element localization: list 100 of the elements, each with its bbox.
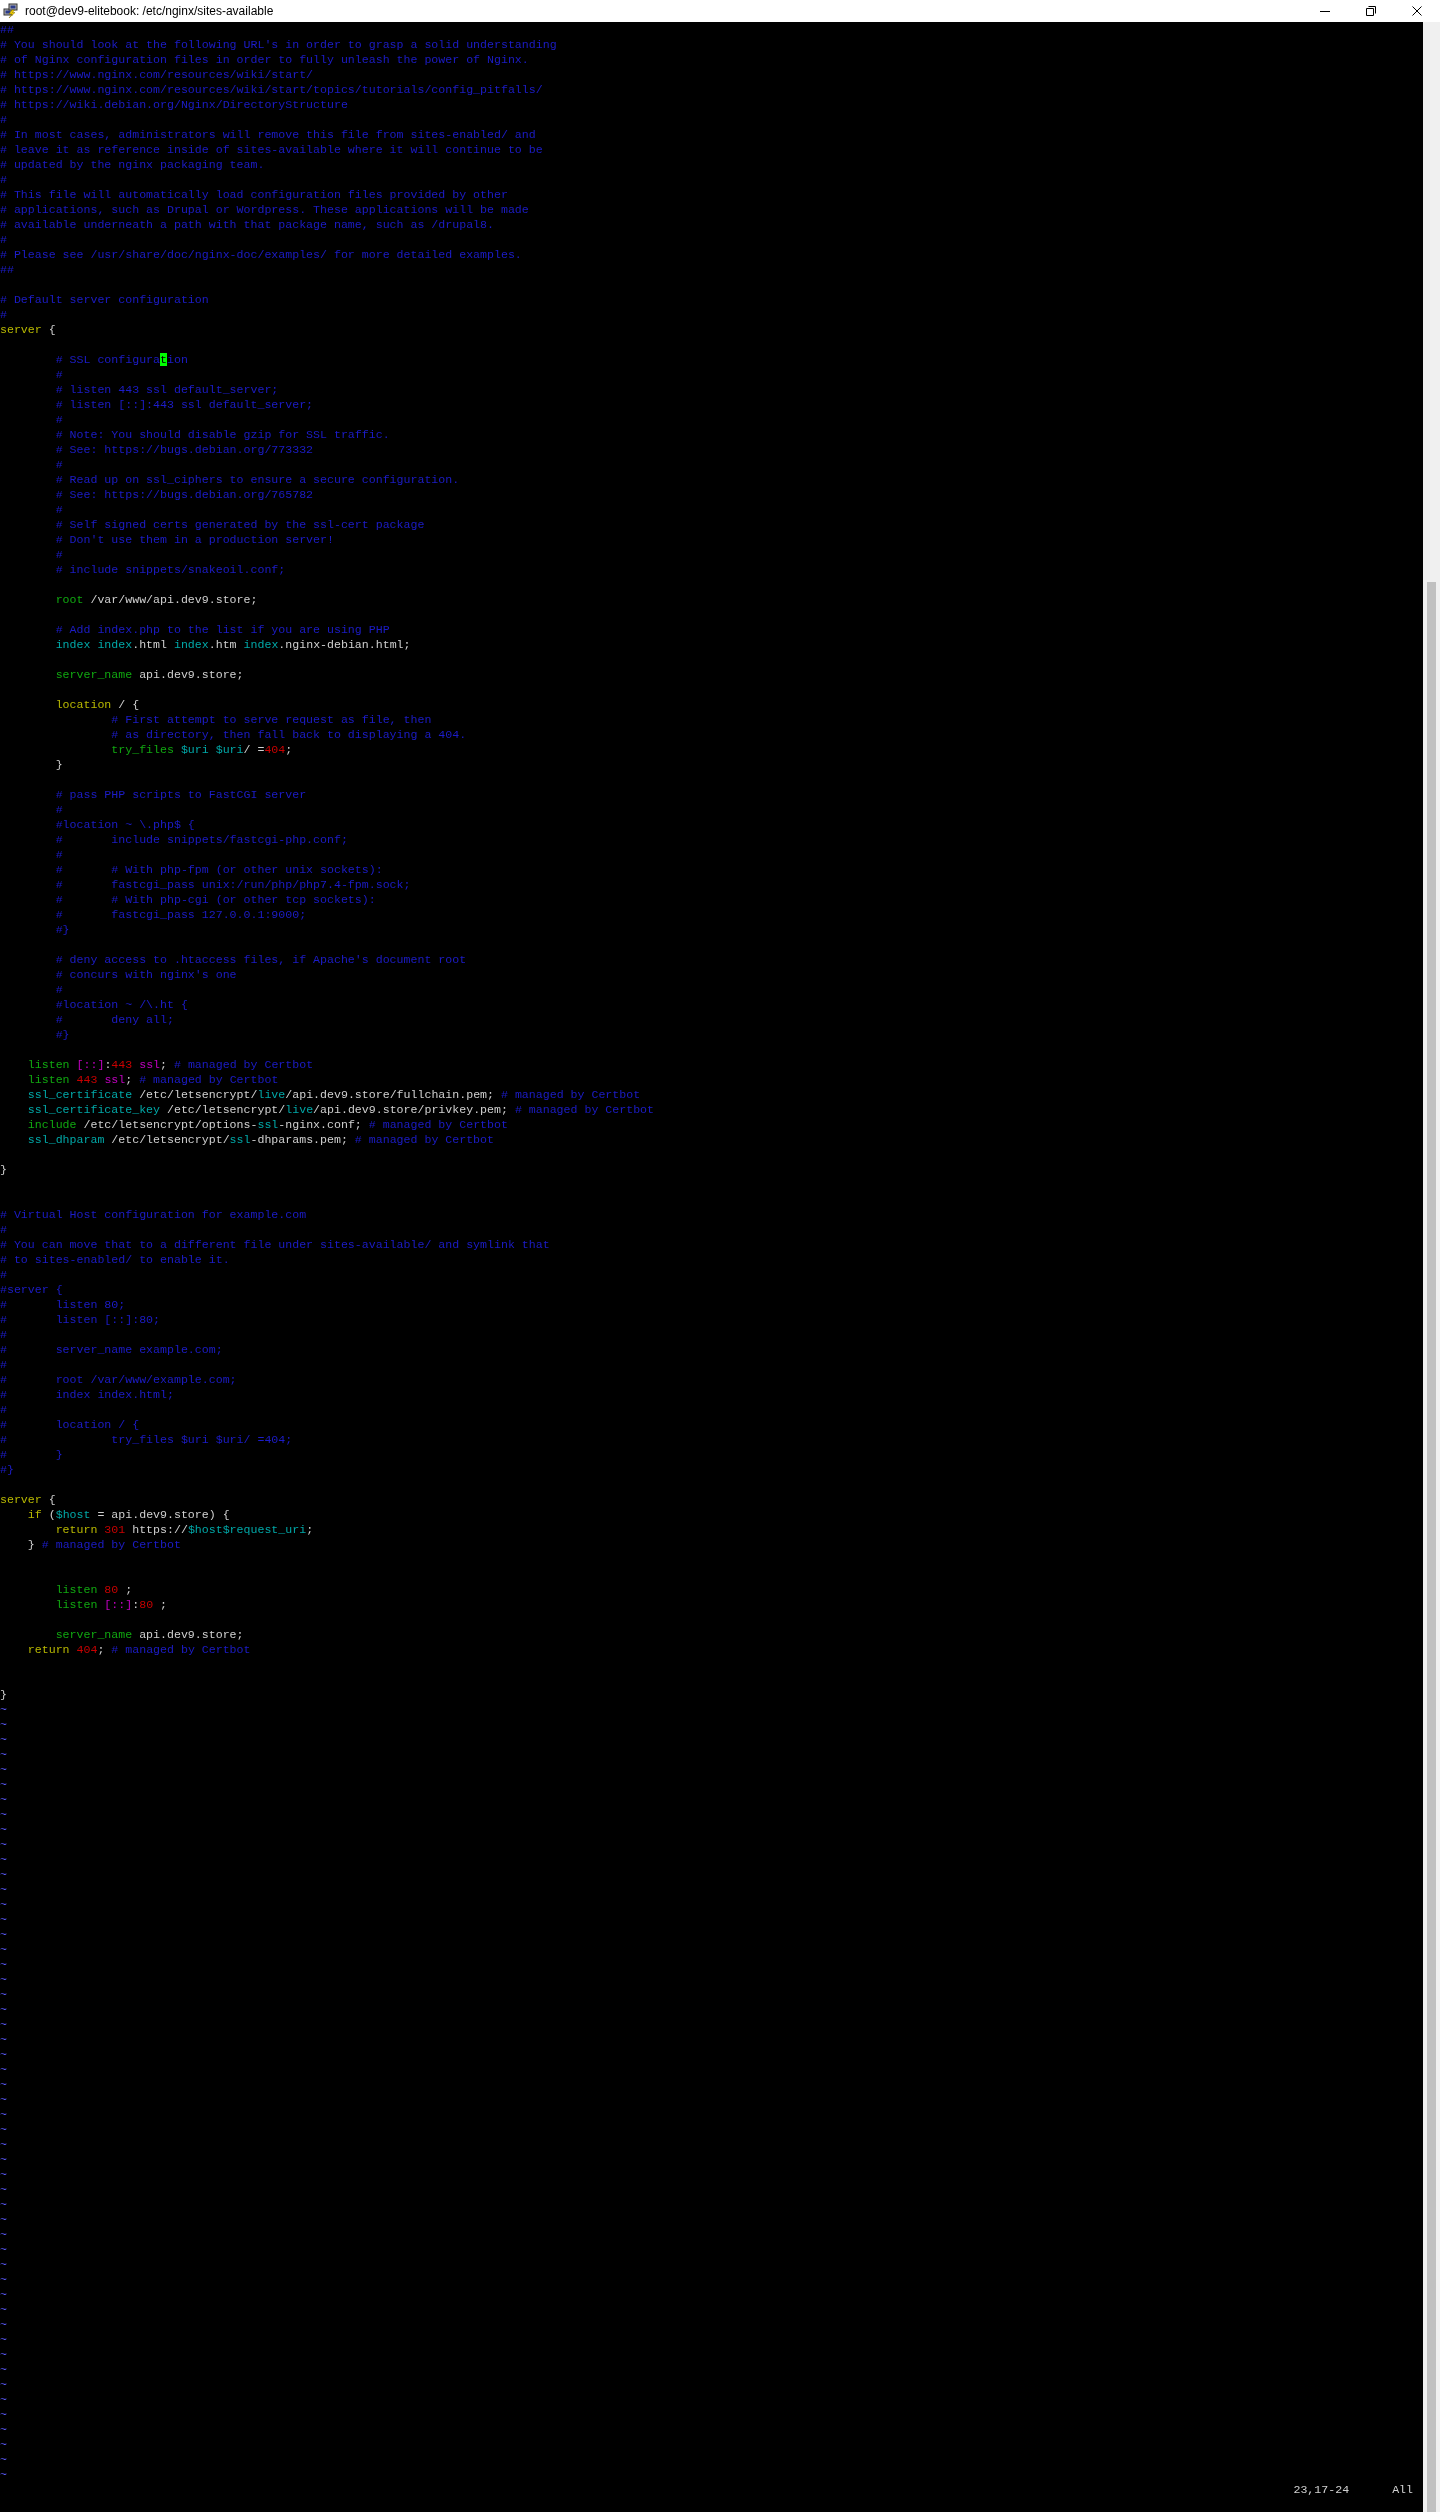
empty-line-marker: ~ (0, 1972, 7, 1987)
code-line: # updated by the nginx packaging team. (0, 157, 265, 172)
code-line: # (54, 457, 63, 472)
empty-line-marker: ~ (0, 1732, 7, 1747)
code-line: # listen [::]:443 ssl default_server; (54, 397, 314, 412)
code-line: if ($host = api.dev9.store) { (26, 1507, 230, 1522)
code-line: # (0, 112, 7, 127)
code-line: # of Nginx configuration files in order to fully unleash the power of Nginx. (0, 52, 529, 67)
code-line: # See: https://bugs.debian.org/773332 (54, 442, 314, 457)
code-line: # You should look at the following URL's in order to grasp a solid understanding (0, 37, 557, 52)
empty-line-marker: ~ (0, 2377, 7, 2392)
code-line: # You can move that to a different file under sites-available/ and symlink that (0, 1237, 550, 1252)
code-line: ssl_dhparam /etc/letsencrypt/ssl-dhparams.pem; # managed by Certbot (26, 1132, 494, 1147)
code-line: # See: https://bugs.debian.org/765782 (54, 487, 314, 502)
empty-line-marker: ~ (0, 1942, 7, 1957)
empty-line-marker: ~ (0, 1747, 7, 1762)
scroll-position: All (1392, 2482, 1413, 2497)
empty-line-marker: ~ (0, 1957, 7, 1972)
code-line: # listen [::]:80; (0, 1312, 161, 1327)
empty-line-marker: ~ (0, 2077, 7, 2092)
code-line: listen [::]:443 ssl; # managed by Certbot (26, 1057, 314, 1072)
empty-line-marker: ~ (0, 2437, 7, 2452)
code-line: # Self signed certs generated by the ssl-cert package (54, 517, 425, 532)
scrollbar-thumb[interactable] (1427, 582, 1436, 2512)
code-line: # Read up on ssl_ciphers to ensure a secure configuration. (54, 472, 460, 487)
code-line: # (0, 307, 7, 322)
code-line: #} (54, 1027, 70, 1042)
code-line: # as directory, then fall back to displaying a 404. (110, 727, 467, 742)
code-line: #server { (0, 1282, 63, 1297)
code-line: } (0, 1162, 7, 1177)
empty-line-marker: ~ (0, 2332, 7, 2347)
empty-line-marker: ~ (0, 2017, 7, 2032)
code-line: listen 443 ssl; # managed by Certbot (26, 1072, 279, 1087)
code-line: # Don't use them in a production server! (54, 532, 334, 547)
restore-icon (1366, 6, 1376, 16)
code-line: # Add index.php to the list if you are using PHP (54, 622, 390, 637)
code-line: #} (54, 922, 70, 937)
code-line: #location ~ /\.ht { (54, 997, 188, 1012)
empty-line-marker: ~ (0, 2392, 7, 2407)
code-line: } # managed by Certbot (26, 1537, 181, 1552)
empty-line-marker: ~ (0, 1807, 7, 1822)
code-line: ssl_certificate_key /etc/letsencrypt/live/api.dev9.store/privkey.pem; # managed by Certbot (26, 1102, 655, 1117)
empty-line-marker: ~ (0, 1897, 7, 1912)
empty-line-marker: ~ (0, 2032, 7, 2047)
code-line: #} (0, 1462, 14, 1477)
empty-line-marker: ~ (0, 2242, 7, 2257)
code-line: # include snippets/fastcgi-php.conf; (54, 832, 348, 847)
empty-line-marker: ~ (0, 2137, 7, 2152)
code-line: # # With php-fpm (or other unix sockets): (54, 862, 383, 877)
code-line: # (0, 1327, 7, 1342)
computer-icon (3, 3, 19, 19)
empty-line-marker: ~ (0, 1717, 7, 1732)
code-line: # to sites-enabled/ to enable it. (0, 1252, 230, 1267)
code-line: ## (0, 262, 14, 277)
empty-line-marker: ~ (0, 1987, 7, 2002)
empty-line-marker: ~ (0, 2107, 7, 2122)
code-line: } (0, 1687, 7, 1702)
code-line: # This file will automatically load configuration files provided by other (0, 187, 508, 202)
empty-line-marker: ~ (0, 2212, 7, 2227)
code-line: # pass PHP scripts to FastCGI server (54, 787, 307, 802)
empty-line-marker: ~ (0, 2002, 7, 2017)
code-line: server { (0, 322, 56, 337)
code-line: # (54, 547, 63, 562)
code-line: try_files $uri $uri/ =404; (110, 742, 293, 757)
empty-line-marker: ~ (0, 2197, 7, 2212)
empty-line-marker: ~ (0, 2257, 7, 2272)
code-line: server_name api.dev9.store; (54, 1627, 244, 1642)
code-line: } (54, 757, 63, 772)
code-line: # https://www.nginx.com/resources/wiki/start/ (0, 67, 314, 82)
code-line: server_name api.dev9.store; (54, 667, 244, 682)
code-line: server { (0, 1492, 56, 1507)
code-line: # (0, 1222, 7, 1237)
empty-line-marker: ~ (0, 1702, 7, 1717)
code-line: # In most cases, administrators will remove this file from sites-enabled/ and (0, 127, 536, 142)
empty-line-marker: ~ (0, 1822, 7, 1837)
code-line: # server_name example.com; (0, 1342, 223, 1357)
empty-line-marker: ~ (0, 2302, 7, 2317)
code-line: # (54, 367, 63, 382)
code-line: # applications, such as Drupal or Wordpress. These applications will be made (0, 202, 529, 217)
empty-line-marker: ~ (0, 2152, 7, 2167)
code-line: # location / { (0, 1417, 140, 1432)
code-line: # fastcgi_pass unix:/run/php/php7.4-fpm.sock; (54, 877, 411, 892)
empty-line-marker: ~ (0, 1882, 7, 1897)
code-line: ssl_certificate /etc/letsencrypt/live/api.dev9.store/fullchain.pem; # managed by Certbot (26, 1087, 641, 1102)
code-line: # concurs with nginx's one (54, 967, 237, 982)
code-line: return 301 https://$host$request_uri; (54, 1522, 314, 1537)
code-line: # (54, 502, 63, 517)
empty-line-marker: ~ (0, 2062, 7, 2077)
empty-line-marker: ~ (0, 2467, 7, 2482)
code-line: # (54, 847, 63, 862)
code-line: # include snippets/snakeoil.conf; (54, 562, 286, 577)
code-line: # listen 443 ssl default_server; (54, 382, 279, 397)
code-line: # try_files $uri $uri/ =404; (0, 1432, 293, 1447)
code-line: # (0, 232, 7, 247)
empty-line-marker: ~ (0, 1927, 7, 1942)
code-line: # root /var/www/example.com; (0, 1372, 237, 1387)
code-line: # listen 80; (0, 1297, 126, 1312)
code-line: # https://www.nginx.com/resources/wiki/start/topics/tutorials/config_pitfalls/ (0, 82, 543, 97)
code-line: # (0, 1357, 7, 1372)
code-line: # Default server configuration (0, 292, 209, 307)
